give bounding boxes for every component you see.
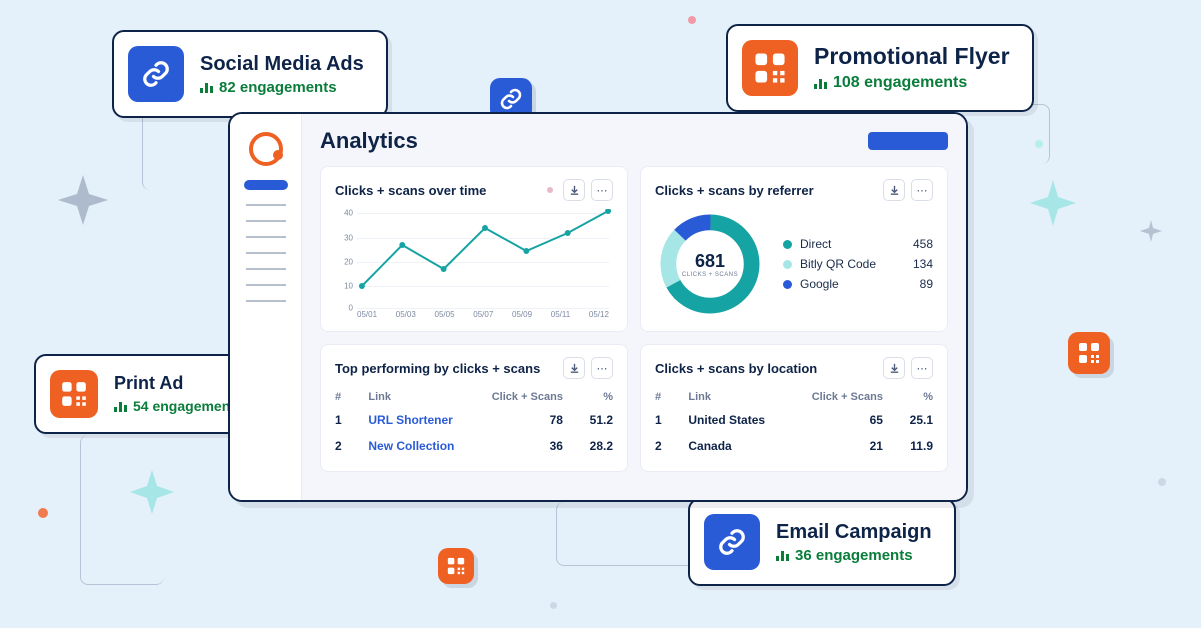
bg-dot (1158, 478, 1166, 486)
sidebar-item[interactable] (246, 268, 286, 270)
callout-engagements: 82 engagements (200, 79, 364, 96)
more-button[interactable]: ⋯ (911, 357, 933, 379)
legend-row: Google89 (783, 274, 933, 294)
line-chart: 40 30 20 10 0 05/01 05/03 05/05 05/07 (335, 209, 613, 319)
connector-line (970, 104, 1050, 164)
legend-swatch (783, 260, 792, 269)
bars-icon (814, 77, 827, 89)
bars-icon (114, 400, 127, 412)
card-location: Clicks + scans by location ⋯ # Link Clic… (640, 344, 948, 472)
sidebar-item[interactable] (246, 236, 286, 238)
callout-email-campaign: Email Campaign 36 engagements (688, 498, 956, 586)
donut-label: CLICKS + SCANS (682, 272, 738, 278)
sidebar (230, 114, 302, 500)
referrer-legend: Direct458 Bitly QR Code134 Google89 (783, 234, 933, 294)
sidebar-item[interactable] (246, 204, 286, 206)
callout-engagements: 54 engagements (114, 398, 243, 414)
legend-swatch (783, 240, 792, 249)
card-top-performing: Top performing by clicks + scans ⋯ # Lin… (320, 344, 628, 472)
card-title: Clicks + scans by referrer (655, 183, 814, 198)
sidebar-item[interactable] (246, 284, 286, 286)
qr-icon (742, 40, 798, 96)
download-button[interactable] (563, 357, 585, 379)
dashboard-main: Analytics Clicks + scans over time ⋯ 40 … (302, 114, 966, 500)
sidebar-item[interactable] (246, 300, 286, 302)
card-referrer: Clicks + scans by referrer ⋯ (640, 166, 948, 332)
bitly-logo[interactable] (249, 132, 283, 166)
download-button[interactable] (563, 179, 585, 201)
sidebar-item[interactable] (246, 220, 286, 222)
primary-action-button[interactable] (868, 132, 948, 150)
table-row: 1 United States 65 25.1 (655, 407, 933, 433)
callout-title: Social Media Ads (200, 53, 364, 75)
more-button[interactable]: ⋯ (591, 179, 613, 201)
location-table: # Link Click + Scans % 1 United States 6… (655, 387, 933, 459)
more-button[interactable]: ⋯ (911, 179, 933, 201)
donut-total: 681 (695, 251, 725, 272)
legend-row: Bitly QR Code134 (783, 254, 933, 274)
table-row: 2 New Collection 36 28.2 (335, 433, 613, 459)
status-dot (547, 187, 553, 193)
qr-icon (50, 370, 98, 418)
callout-engagements: 36 engagements (776, 547, 932, 564)
bars-icon (776, 549, 789, 561)
card-title: Top performing by clicks + scans (335, 361, 540, 376)
qr-icon (1068, 332, 1110, 374)
table-row: 2 Canada 21 11.9 (655, 433, 933, 459)
bg-dot (38, 508, 48, 518)
link-url-shortener[interactable]: URL Shortener (368, 413, 452, 427)
bg-dot (550, 602, 557, 609)
analytics-dashboard: Analytics Clicks + scans over time ⋯ 40 … (228, 112, 968, 502)
legend-row: Direct458 (783, 234, 933, 254)
callout-title: Print Ad (114, 374, 243, 394)
link-new-collection[interactable]: New Collection (368, 439, 454, 453)
connector-line (80, 435, 164, 585)
legend-swatch (783, 280, 792, 289)
sparkle-icon (58, 175, 108, 225)
callout-engagements: 108 engagements (814, 74, 1010, 92)
card-title: Clicks + scans over time (335, 183, 486, 198)
bars-icon (200, 81, 213, 93)
page-title: Analytics (320, 128, 418, 154)
callout-title: Promotional Flyer (814, 44, 1010, 69)
sparkle-icon (1140, 220, 1162, 242)
download-button[interactable] (883, 179, 905, 201)
link-icon (704, 514, 760, 570)
sidebar-item[interactable] (246, 252, 286, 254)
sidebar-item-active[interactable] (244, 180, 288, 190)
top-table: # Link Click + Scans % 1 URL Shortener 7… (335, 387, 613, 459)
bg-dot (688, 16, 696, 24)
qr-icon (438, 548, 474, 584)
card-title: Clicks + scans by location (655, 361, 817, 376)
sparkle-icon (1030, 180, 1076, 226)
donut-chart: 681 CLICKS + SCANS (655, 209, 765, 319)
link-icon (128, 46, 184, 102)
more-button[interactable]: ⋯ (591, 357, 613, 379)
download-button[interactable] (883, 357, 905, 379)
table-row: 1 URL Shortener 78 51.2 (335, 407, 613, 433)
callout-promotional-flyer: Promotional Flyer 108 engagements (726, 24, 1034, 112)
card-clicks-over-time: Clicks + scans over time ⋯ 40 30 20 10 0 (320, 166, 628, 332)
callout-social-media-ads: Social Media Ads 82 engagements (112, 30, 388, 118)
callout-title: Email Campaign (776, 521, 932, 543)
